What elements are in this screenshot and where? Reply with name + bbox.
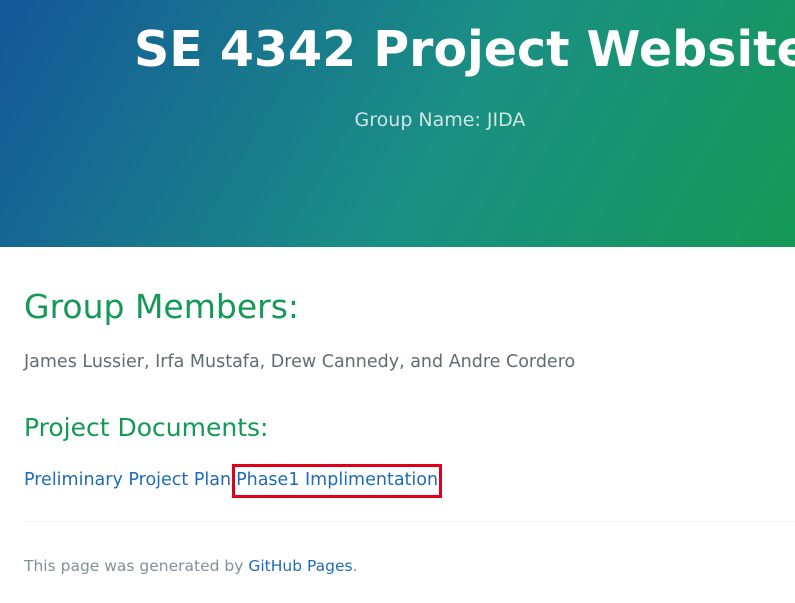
site-footer: This page was generated by GitHub Pages.: [24, 555, 358, 577]
github-pages-link[interactable]: GitHub Pages: [248, 557, 352, 575]
phase1-implimentation-link[interactable]: Phase1 Implimentation: [236, 470, 438, 490]
footer-prefix: This page was generated by: [24, 557, 249, 575]
page-title: SE 4342 Project Website: [134, 21, 795, 78]
footer-suffix: .: [352, 557, 358, 575]
group-members-heading: Group Members:: [24, 287, 300, 326]
project-documents-links: Preliminary Project Plan Phase1 Impliment…: [24, 464, 443, 498]
preliminary-project-plan-link[interactable]: Preliminary Project Plan: [24, 470, 231, 490]
highlight-box: Phase1 Implimentation: [232, 464, 443, 498]
footer-divider: [24, 521, 795, 522]
group-members-list: James Lussier, Irfa Mustafa, Drew Canned…: [24, 352, 576, 372]
group-name-tagline: Group Name: JIDA: [354, 109, 526, 131]
project-documents-heading: Project Documents:: [24, 413, 269, 442]
page-header: SE 4342 Project Website Group Name: JIDA: [0, 0, 795, 247]
